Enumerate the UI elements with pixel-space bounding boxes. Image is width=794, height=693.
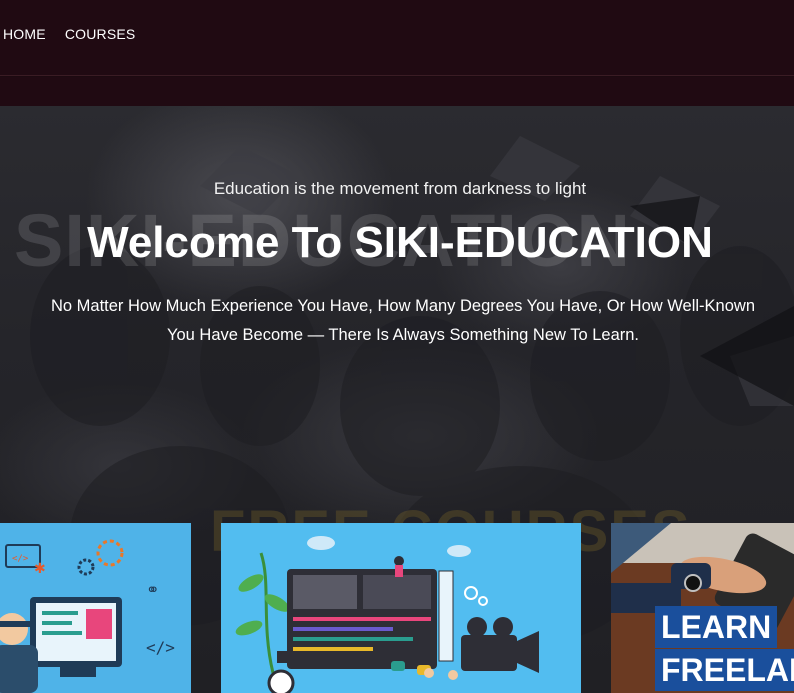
main-nav: HOME COURSES bbox=[3, 26, 135, 42]
svg-text:✱: ✱ bbox=[34, 560, 46, 576]
course-card-web-dev[interactable]: </> ✱ ⚭ </> bbox=[0, 523, 191, 693]
web-developer-illustration: </> ✱ ⚭ </> bbox=[0, 539, 175, 693]
hero-subtitle: No Matter How Much Experience You Have, … bbox=[8, 292, 794, 350]
hero-title: Welcome To SIKI-EDUCATION bbox=[87, 218, 713, 267]
top-navbar: HOME COURSES bbox=[0, 0, 794, 76]
nav-home-link[interactable]: HOME bbox=[3, 26, 46, 42]
nav-courses-link[interactable]: COURSES bbox=[65, 26, 136, 42]
video-editing-illustration bbox=[235, 536, 539, 693]
svg-text:⚭: ⚭ bbox=[146, 582, 159, 599]
course-card-freelancing[interactable]: LEARN FREELAN bbox=[611, 523, 794, 693]
course-card-video-editing[interactable] bbox=[221, 523, 581, 693]
nav-sub-strip bbox=[0, 77, 794, 106]
svg-text:</>: </> bbox=[12, 554, 29, 564]
hero-subtitle-line-2: You Have Become — There Is Always Someth… bbox=[166, 326, 640, 344]
hero-tagline: Education is the movement from darkness … bbox=[213, 179, 587, 198]
learn-badge: LEARN bbox=[655, 606, 778, 648]
svg-text:</>: </> bbox=[146, 638, 175, 657]
hero-subtitle-line-1: No Matter How Much Experience You Have, … bbox=[50, 297, 756, 315]
freelance-badge: FREELAN bbox=[655, 649, 794, 691]
